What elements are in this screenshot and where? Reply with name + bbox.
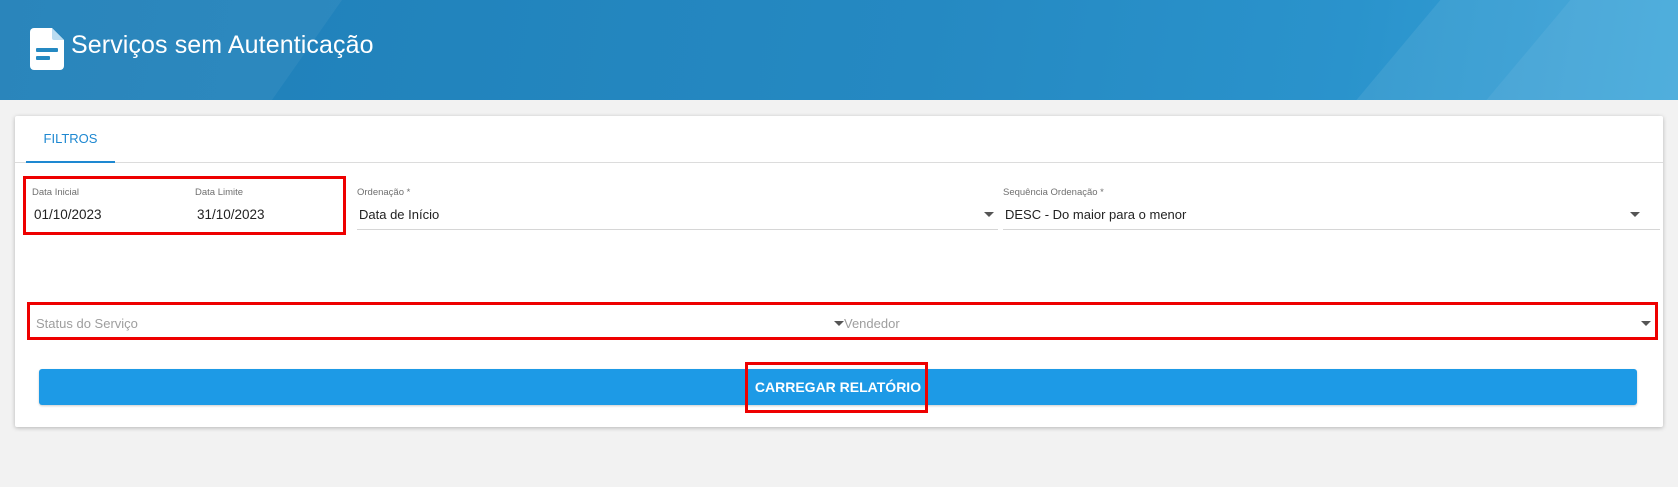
data-limite-field[interactable]: Data Limite 31/10/2023 xyxy=(195,187,338,227)
sequencia-ordenacao-select[interactable]: Sequência Ordenação * DESC - Do maior pa… xyxy=(1003,187,1660,230)
sequencia-ordenacao-value: DESC - Do maior para o menor xyxy=(1005,207,1187,222)
sequencia-ordenacao-label: Sequência Ordenação * xyxy=(1003,187,1104,198)
status-servico-select[interactable]: Status do Serviço xyxy=(34,309,844,339)
page-title: Serviços sem Autenticação xyxy=(71,31,374,59)
chevron-down-icon[interactable] xyxy=(1630,212,1640,217)
data-limite-label: Data Limite xyxy=(195,187,244,198)
ordenacao-value: Data de Início xyxy=(359,207,440,222)
page-header: Serviços sem Autenticação xyxy=(0,0,1678,100)
tab-bar: FILTROS xyxy=(15,116,1663,163)
data-limite-value[interactable]: 31/10/2023 xyxy=(197,207,265,222)
field-underline xyxy=(1003,229,1660,230)
data-inicial-value[interactable]: 01/10/2023 xyxy=(34,207,102,222)
document-icon xyxy=(30,28,64,70)
data-inicial-field[interactable]: Data Inicial 01/10/2023 xyxy=(32,187,175,227)
carregar-relatorio-button[interactable]: CARREGAR RELATÓRIO xyxy=(39,369,1637,405)
field-underline xyxy=(357,229,998,230)
chevron-down-icon[interactable] xyxy=(984,212,994,217)
tab-filtros[interactable]: FILTROS xyxy=(26,116,115,163)
data-inicial-label: Data Inicial xyxy=(32,187,79,198)
vendedor-select[interactable]: Vendedor xyxy=(842,309,1660,339)
vendedor-placeholder: Vendedor xyxy=(844,316,900,331)
chevron-down-icon[interactable] xyxy=(1641,321,1651,326)
ordenacao-select[interactable]: Ordenação * Data de Início xyxy=(357,187,998,230)
filters-card: FILTROS Data Inicial 01/10/2023 Data Lim… xyxy=(15,116,1663,427)
ordenacao-label: Ordenação * xyxy=(357,187,411,198)
status-servico-placeholder: Status do Serviço xyxy=(36,316,138,331)
